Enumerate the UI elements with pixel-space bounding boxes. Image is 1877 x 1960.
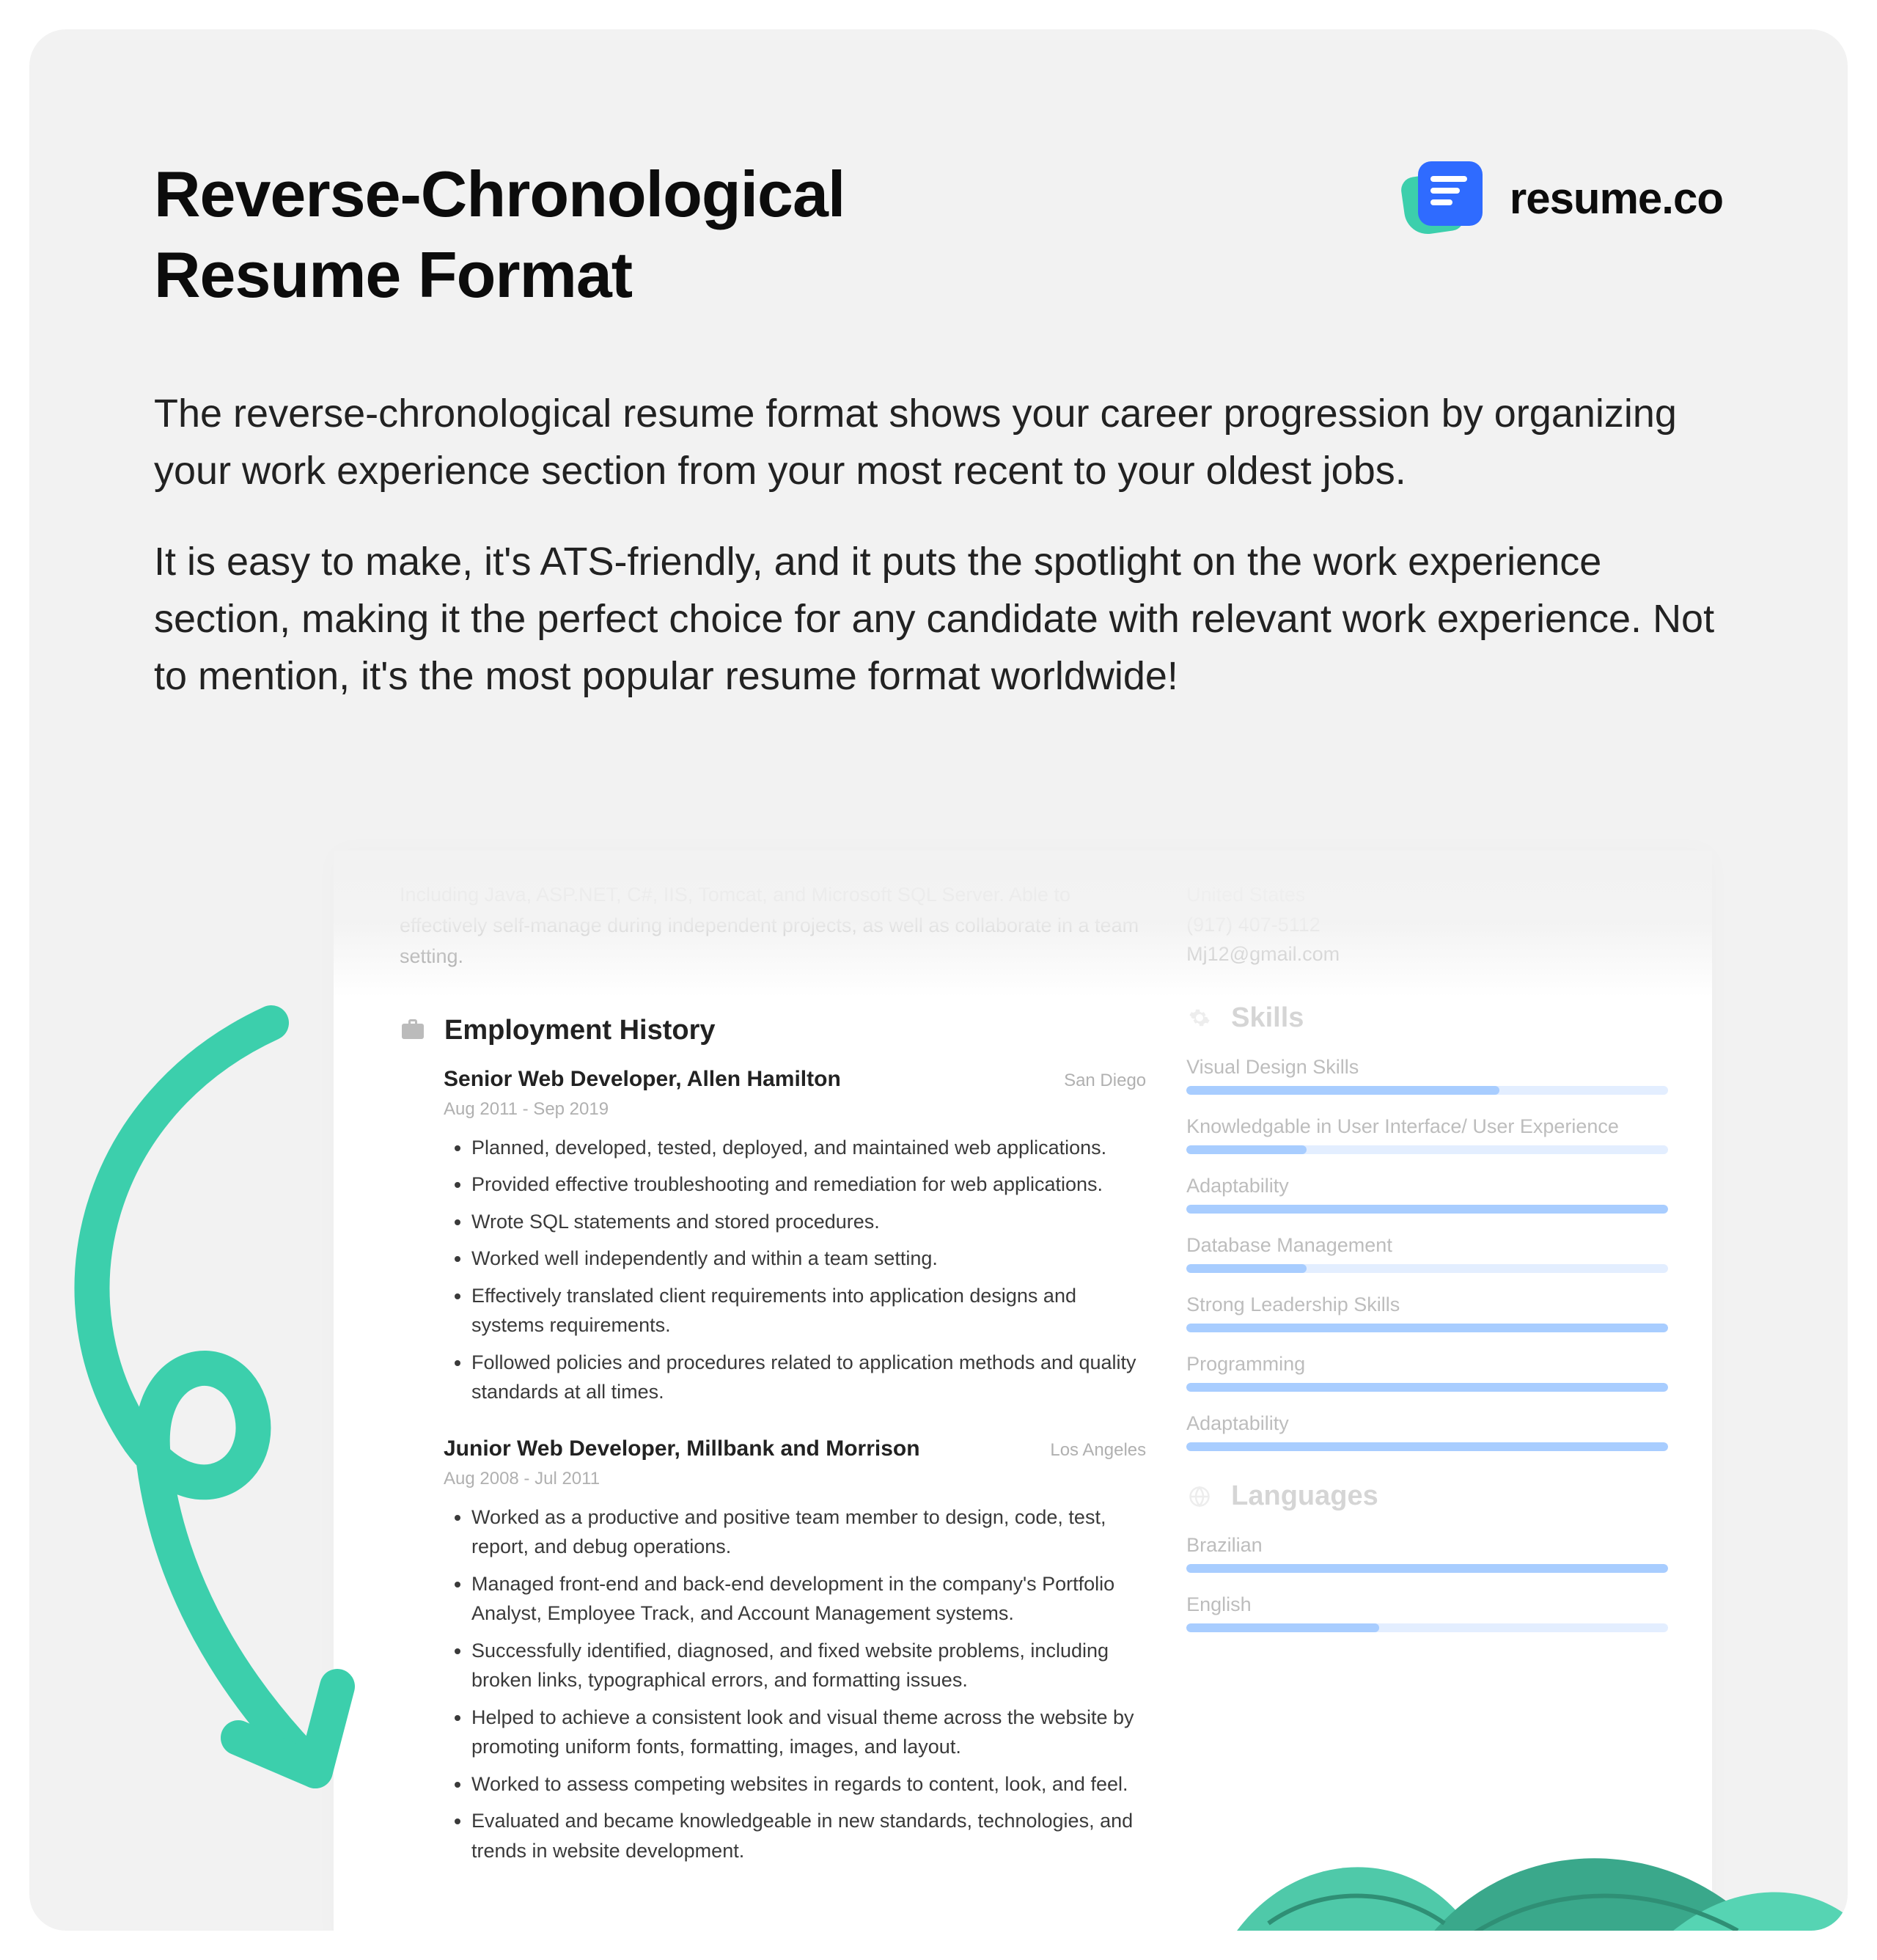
language-bar xyxy=(1186,1564,1668,1573)
gear-icon xyxy=(1186,1005,1213,1031)
employment-heading: Employment History xyxy=(444,1015,716,1046)
skill-item: Programming xyxy=(1186,1351,1668,1392)
job-dates: Aug 2008 - Jul 2011 xyxy=(444,1469,1146,1489)
skill-label: Strong Leadership Skills xyxy=(1186,1292,1668,1318)
contact-block: United States (917) 407-5112 Mj12@gmail.… xyxy=(1186,880,1668,969)
language-item: English xyxy=(1186,1592,1668,1632)
profile-text-faded: Including Java, ASP.NET, C#, IIS, Tomcat… xyxy=(400,880,1146,1002)
skill-label: Visual Design Skills xyxy=(1186,1054,1668,1080)
skill-label: Adaptability xyxy=(1186,1411,1668,1436)
jobs-list: Senior Web Developer, Allen Hamilton San … xyxy=(400,1067,1146,1866)
language-label: Brazilian xyxy=(1186,1533,1668,1558)
languages-section-header: Languages xyxy=(1186,1480,1668,1512)
job-bullet: Worked as a productive and positive team… xyxy=(471,1502,1146,1562)
skill-bar xyxy=(1186,1442,1668,1451)
skills-heading: Skills xyxy=(1231,1002,1304,1034)
skill-item: Visual Design Skills xyxy=(1186,1054,1668,1095)
intro-text: The reverse-chronological resume format … xyxy=(154,385,1723,705)
brand-logo: resume.co xyxy=(1400,154,1723,242)
job-bullet: Wrote SQL statements and stored procedur… xyxy=(471,1207,1146,1237)
skill-item: Adaptability xyxy=(1186,1173,1668,1214)
languages-heading: Languages xyxy=(1231,1480,1378,1512)
job-bullets: Worked as a productive and positive team… xyxy=(444,1502,1146,1866)
header-row: Reverse-Chronological Resume Format resu… xyxy=(154,154,1723,315)
job-entry: Junior Web Developer, Millbank and Morri… xyxy=(400,1436,1146,1866)
skill-bar xyxy=(1186,1264,1668,1273)
language-label: English xyxy=(1186,1592,1668,1618)
intro-para-2: It is easy to make, it's ATS-friendly, a… xyxy=(154,533,1723,705)
skill-label: Knowledgable in User Interface/ User Exp… xyxy=(1186,1114,1668,1139)
language-bar xyxy=(1186,1623,1668,1632)
resume-main-column: Including Java, ASP.NET, C#, IIS, Tomcat… xyxy=(400,880,1146,1895)
job-bullet: Provided effective troubleshooting and r… xyxy=(471,1170,1146,1200)
globe-icon xyxy=(1186,1483,1213,1510)
job-bullet: Managed front-end and back-end developme… xyxy=(471,1569,1146,1629)
skill-bar xyxy=(1186,1145,1668,1154)
language-item: Brazilian xyxy=(1186,1533,1668,1573)
job-bullet: Helped to achieve a consistent look and … xyxy=(471,1703,1146,1762)
contact-country: United States xyxy=(1186,880,1668,910)
page-title: Reverse-Chronological Resume Format xyxy=(154,154,845,315)
job-bullets: Planned, developed, tested, deployed, an… xyxy=(444,1133,1146,1407)
skill-item: Strong Leadership Skills xyxy=(1186,1292,1668,1332)
skill-item: Database Management xyxy=(1186,1233,1668,1273)
job-bullet: Worked to assess competing websites in r… xyxy=(471,1769,1146,1799)
skill-bar xyxy=(1186,1324,1668,1332)
skill-item: Adaptability xyxy=(1186,1411,1668,1451)
job-bullet: Followed policies and procedures related… xyxy=(471,1348,1146,1407)
employment-section-header: Employment History xyxy=(400,1015,1146,1046)
skills-section-header: Skills xyxy=(1186,1002,1668,1034)
skill-item: Knowledgable in User Interface/ User Exp… xyxy=(1186,1114,1668,1154)
job-bullet: Worked well independently and within a t… xyxy=(471,1244,1146,1274)
skills-list: Visual Design Skills Knowledgable in User… xyxy=(1186,1054,1668,1452)
title-line-1: Reverse-Chronological xyxy=(154,158,845,230)
job-bullet: Effectively translated client requiremen… xyxy=(471,1281,1146,1340)
decorative-arrow-icon xyxy=(29,994,389,1873)
job-location: Los Angeles xyxy=(1050,1440,1146,1461)
briefcase-icon xyxy=(400,1017,426,1043)
skill-label: Adaptability xyxy=(1186,1173,1668,1199)
languages-list: Brazilian English xyxy=(1186,1533,1668,1632)
skill-bar xyxy=(1186,1205,1668,1214)
job-title: Senior Web Developer, Allen Hamilton xyxy=(444,1067,841,1092)
job-bullet: Successfully identified, diagnosed, and … xyxy=(471,1636,1146,1695)
intro-para-1: The reverse-chronological resume format … xyxy=(154,385,1723,500)
skill-label: Programming xyxy=(1186,1351,1668,1377)
contact-email: Mj12@gmail.com xyxy=(1186,939,1668,969)
brand-logo-icon xyxy=(1400,154,1488,242)
skill-bar xyxy=(1186,1383,1668,1392)
job-bullet: Planned, developed, tested, deployed, an… xyxy=(471,1133,1146,1163)
job-entry: Senior Web Developer, Allen Hamilton San … xyxy=(400,1067,1146,1407)
skill-bar xyxy=(1186,1086,1668,1095)
job-location: San Diego xyxy=(1064,1071,1146,1091)
decorative-leaves-icon xyxy=(1202,1703,1848,1931)
document-card: Reverse-Chronological Resume Format resu… xyxy=(29,29,1848,1931)
job-dates: Aug 2011 - Sep 2019 xyxy=(444,1099,1146,1120)
job-title: Junior Web Developer, Millbank and Morri… xyxy=(444,1436,920,1461)
brand-name: resume.co xyxy=(1510,173,1723,224)
contact-phone: (917) 407-5112 xyxy=(1186,910,1668,940)
skill-label: Database Management xyxy=(1186,1233,1668,1258)
title-line-2: Resume Format xyxy=(154,238,632,311)
job-bullet: Evaluated and became knowledgeable in ne… xyxy=(471,1806,1146,1865)
